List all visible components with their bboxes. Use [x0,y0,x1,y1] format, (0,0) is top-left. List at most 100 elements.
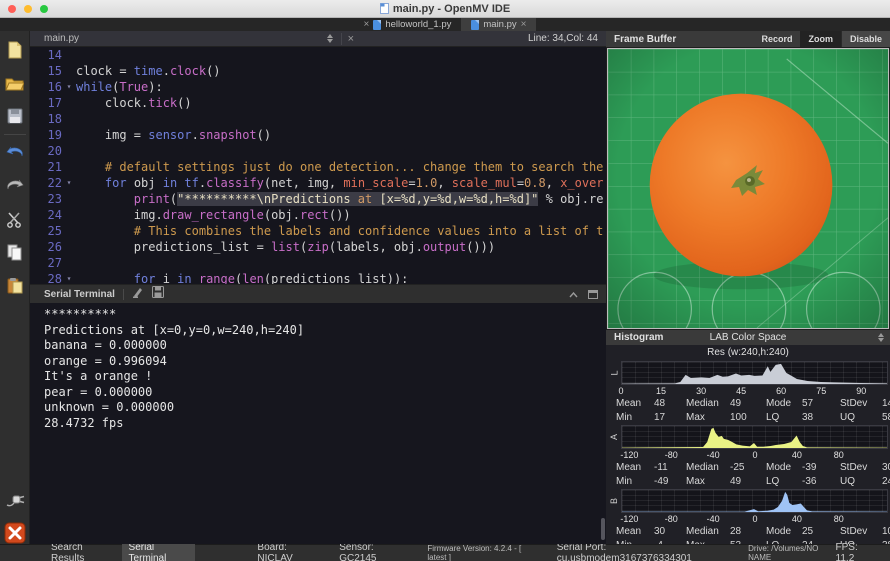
code-line-27[interactable]: 27 [30,255,606,271]
open-files-tabstrip: ×helloworld_1.pymain.py× [0,18,890,31]
code-line-23[interactable]: 23 print("**********\nPredictions at [x=… [30,191,606,207]
close-tab-icon[interactable]: × [521,20,527,30]
line-number: 22 [30,175,62,191]
code-text: for obj in tf.classify(net, img, min_sca… [76,175,606,191]
status-item: Drive: /Volumes/NO NAME [748,544,835,561]
statusbar: Search ResultsSerial Terminal Board: NIC… [0,544,890,561]
fold-marker-icon[interactable]: ▾ [62,79,76,95]
line-number: 24 [30,207,62,223]
collapse-terminal-icon[interactable] [569,285,578,303]
resolution-label: Res (w:240,h:240) [606,347,890,360]
code-text: img.draw_rectangle(obj.rect()) [76,207,606,223]
redo-icon[interactable] [4,175,26,197]
color-space-selector[interactable]: LAB Color Space [606,332,890,343]
zoom-button[interactable]: Zoom [800,31,841,47]
code-text: # This combines the labels and confidenc… [76,223,606,239]
code-line-25[interactable]: 25 # This combines the labels and confid… [30,223,606,239]
status-item: Board: NICLAV [257,542,319,561]
line-number: 28 [30,271,62,284]
close-document-icon[interactable]: × [341,33,360,45]
code-text: print("**********\nPredictions at [x=%d,… [76,191,606,207]
code-text: img = sensor.snapshot() [76,127,606,143]
frame-buffer-image [607,48,889,329]
gutter-marker [62,239,76,255]
frame-buffer-title: Frame Buffer [606,34,676,45]
file-tab-main.py[interactable]: main.py× [461,18,536,31]
popout-terminal-icon[interactable] [588,290,598,299]
code-line-22[interactable]: 22▾ for obj in tf.classify(net, img, min… [30,175,606,191]
code-line-28[interactable]: 28▾ for i in range(len(predictions_list)… [30,271,606,284]
line-number: 18 [30,111,62,127]
histogram-plot-A [621,425,888,449]
code-line-19[interactable]: 19 img = sensor.snapshot() [30,127,606,143]
terminal-scrollbar-thumb[interactable] [601,518,605,540]
document-selector[interactable]: main.py × [30,33,360,45]
status-tab-serial-terminal[interactable]: Serial Terminal [122,541,196,561]
code-text [76,143,606,159]
connect-icon[interactable] [4,489,26,511]
serial-terminal-output[interactable]: **********Predictions at [x=0,y=0,w=240,… [30,303,606,544]
stop-script-icon[interactable] [4,522,26,544]
terminal-line: Predictions at [x=0,y=0,w=240,h=240] [44,323,606,339]
line-number: 14 [30,47,62,63]
histogram-stats-row: Mean48Median49Mode57StDev14 [606,397,890,411]
file-icon [471,20,479,30]
save-log-icon[interactable] [152,285,164,303]
record-button[interactable]: Record [753,31,800,47]
status-item: Serial Port: cu.usbmodem3167376334301 [557,542,728,561]
fps-indicator: FPS: 11.2 [836,542,890,561]
code-line-15[interactable]: 15clock = time.clock() [30,63,606,79]
code-line-24[interactable]: 24 img.draw_rectangle(obj.rect()) [30,207,606,223]
file-tab-helloworld_1.py[interactable]: ×helloworld_1.py [354,18,462,31]
terminal-line: orange = 0.996094 [44,354,606,370]
frame-buffer-view [606,47,890,330]
code-text: clock.tick() [76,95,606,111]
gutter-marker [62,143,76,159]
status-tab-search-results[interactable]: Search Results [44,541,120,561]
left-toolbar [0,31,30,544]
status-item: Firmware Version: 4.2.4 - [ latest ] [427,544,536,561]
close-tab-icon[interactable]: × [364,20,370,30]
document-icon [380,3,389,14]
gutter-marker [62,127,76,143]
fold-marker-icon[interactable]: ▾ [62,175,76,191]
terminal-line: unknown = 0.000000 [44,400,606,416]
cut-icon[interactable] [4,208,26,230]
new-file-icon[interactable] [4,39,26,61]
histogram-stats-row: Min17Max100LQ38UQ58 [606,411,890,425]
channel-label: A [608,425,621,449]
code-line-20[interactable]: 20 [30,143,606,159]
fold-marker-icon[interactable]: ▾ [62,271,76,284]
openmv-ide-window: main.py - OpenMV IDE ×helloworld_1.pymai… [0,0,890,561]
code-line-17[interactable]: 17 clock.tick() [30,95,606,111]
code-line-21[interactable]: 21 # default settings just do one detect… [30,159,606,175]
code-text: predictions_list = list(zip(labels, obj.… [76,239,606,255]
code-line-14[interactable]: 14 [30,47,606,63]
histogram-plot-B [621,489,888,513]
open-file-icon[interactable] [4,72,26,94]
channel-label: B [608,489,621,513]
terminal-line: It's a orange ! [44,369,606,385]
code-line-16[interactable]: 16▾while(True): [30,79,606,95]
undo-icon[interactable] [4,142,26,164]
line-number: 21 [30,159,62,175]
channel-label: L [608,361,621,385]
window-title: main.py - OpenMV IDE [393,3,510,15]
disable-button[interactable]: Disable [841,31,890,47]
titlebar: main.py - OpenMV IDE [0,0,890,18]
line-number: 27 [30,255,62,271]
line-number: 26 [30,239,62,255]
terminal-line: banana = 0.000000 [44,338,606,354]
paste-icon[interactable] [4,274,26,296]
code-text: while(True): [76,79,606,95]
clear-terminal-icon[interactable] [132,285,144,303]
histogram-channel-B: B-120-80-4004080Mean30Median28Mode25StDe… [606,489,890,544]
save-file-icon[interactable] [4,105,26,127]
gutter-marker [62,255,76,271]
code-line-18[interactable]: 18 [30,111,606,127]
file-icon [373,20,381,30]
code-line-26[interactable]: 26 predictions_list = list(zip(labels, o… [30,239,606,255]
code-editor[interactable]: 1415clock = time.clock()16▾while(True):1… [30,47,606,284]
copy-icon[interactable] [4,241,26,263]
line-number: 19 [30,127,62,143]
